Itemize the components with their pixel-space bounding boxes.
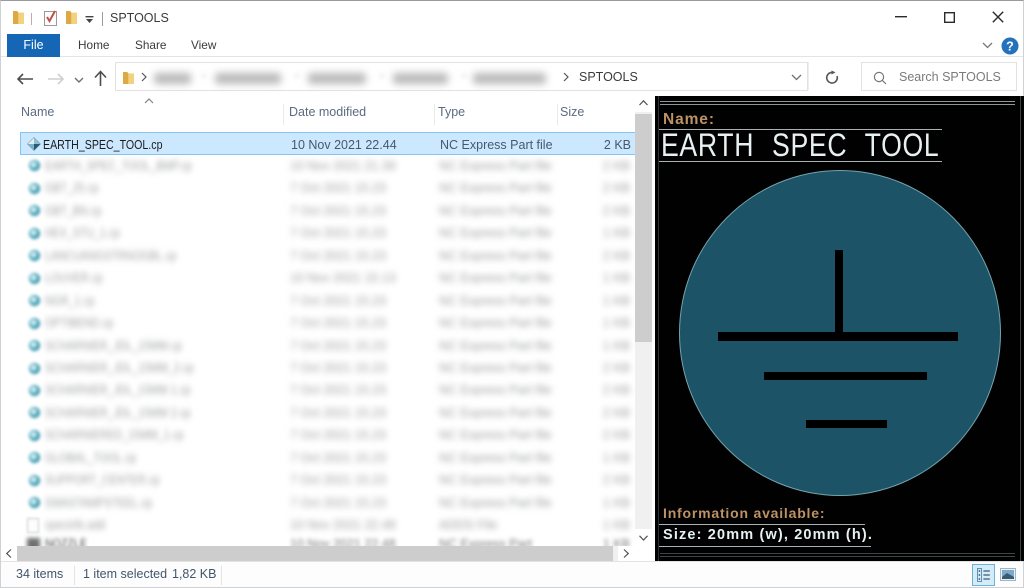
svg-text:?: ? xyxy=(1006,39,1014,53)
